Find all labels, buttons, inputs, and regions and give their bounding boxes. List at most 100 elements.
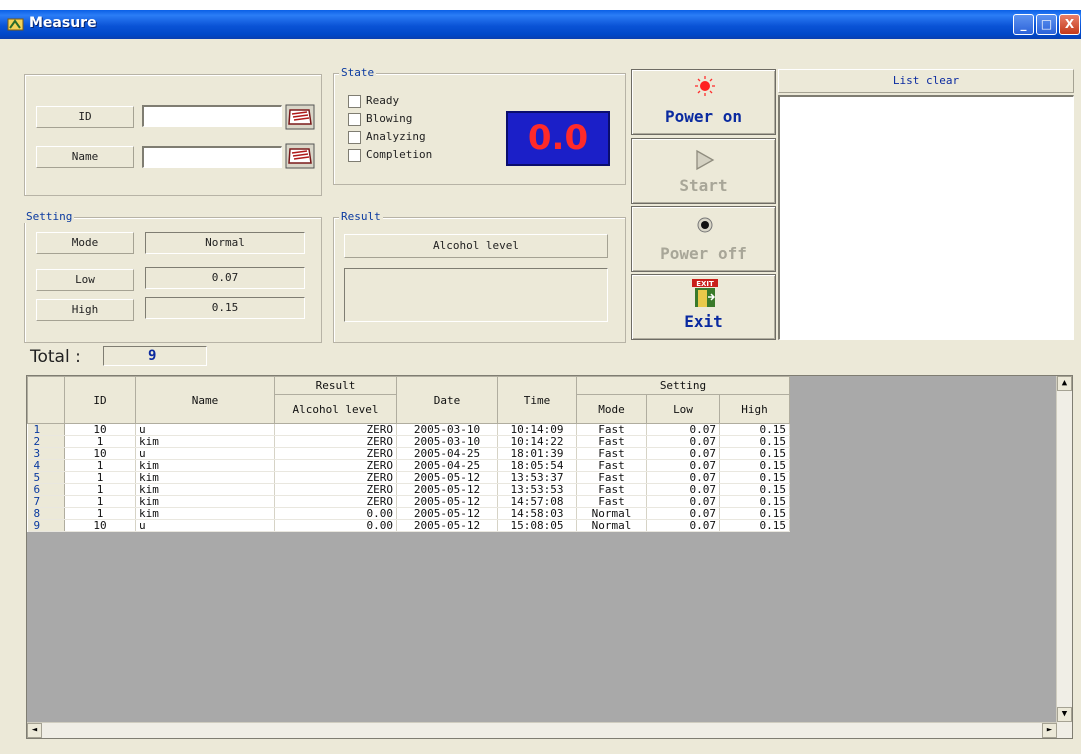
cell-n: 4: [27, 459, 65, 472]
list-clear-button[interactable]: List clear: [778, 69, 1074, 93]
power-on-button[interactable]: Power on: [631, 69, 776, 135]
cell-result: ZERO: [274, 423, 397, 436]
table-row[interactable]: 6 1 kim ZERO 2005-05-12 13:53:53 Fast 0.07 0.15: [27, 483, 790, 496]
start-button[interactable]: Start: [631, 138, 776, 204]
title-bar[interactable]: Measure _ □ X: [0, 10, 1081, 39]
scroll-down-arrow-icon[interactable]: ▼: [1057, 707, 1072, 722]
table-row[interactable]: 1 10 u ZERO 2005-03-10 10:14:09 Fast 0.07 0.15: [27, 423, 790, 436]
cell-low: 0.07: [646, 507, 720, 520]
date-column-header[interactable]: Date: [396, 376, 498, 424]
power-on-label: Power on: [664, 107, 743, 126]
name-column-header[interactable]: Name: [135, 376, 275, 424]
cell-result: ZERO: [274, 435, 397, 448]
close-button[interactable]: X: [1059, 14, 1080, 35]
mode-value: Normal: [145, 232, 305, 254]
scroll-right-arrow-icon[interactable]: ►: [1042, 723, 1057, 738]
high-column-header[interactable]: High: [719, 394, 790, 424]
exit-button[interactable]: EXIT Exit: [631, 274, 776, 340]
id-column-header[interactable]: ID: [64, 376, 136, 424]
results-grid[interactable]: ID Name Result Date Time Setting Alcohol…: [26, 375, 1073, 739]
analyzing-checkbox[interactable]: Analyzing: [348, 130, 426, 146]
cell-high: 0.15: [719, 459, 790, 472]
table-row[interactable]: 3 10 u ZERO 2005-04-25 18:01:39 Fast 0.07 0.15: [27, 447, 790, 460]
id-keyboard-icon[interactable]: [285, 104, 315, 130]
cell-result: ZERO: [274, 459, 397, 472]
table-row[interactable]: 4 1 kim ZERO 2005-04-25 18:05:54 Fast 0.07 0.15: [27, 459, 790, 472]
cell-low: 0.07: [646, 459, 720, 472]
table-row[interactable]: 9 10 u 0.00 2005-05-12 15:08:05 Normal 0.07 0.15: [27, 519, 790, 532]
low-label: Low: [36, 269, 134, 291]
horizontal-scrollbar[interactable]: ◄ ►: [27, 722, 1057, 738]
cell-time: 18:01:39: [497, 447, 577, 460]
cell-low: 0.07: [646, 483, 720, 496]
checkbox-box[interactable]: [348, 130, 361, 144]
measurement-display: 0.0: [506, 111, 610, 166]
vertical-scrollbar[interactable]: ▲ ▼: [1056, 376, 1072, 738]
name-keyboard-icon[interactable]: [285, 143, 315, 169]
cell-high: 0.15: [719, 447, 790, 460]
cell-n: 1: [27, 423, 65, 436]
cell-date: 2005-05-12: [396, 495, 498, 508]
low-value: 0.07: [145, 267, 305, 289]
cell-n: 2: [27, 435, 65, 448]
blowing-label: Blowing: [366, 112, 413, 125]
setting-column-group-header: Setting: [576, 376, 790, 395]
cell-id: 1: [64, 459, 136, 472]
id-input[interactable]: [142, 105, 282, 127]
name-label: Name: [36, 146, 134, 168]
cell-result: 0.00: [274, 507, 397, 520]
checkbox-box[interactable]: [348, 148, 361, 162]
table-row[interactable]: 5 1 kim ZERO 2005-05-12 13:53:37 Fast 0.07 0.15: [27, 471, 790, 484]
result-title: Result: [339, 210, 383, 223]
checkbox-box[interactable]: [348, 94, 361, 108]
scroll-up-arrow-icon[interactable]: ▲: [1057, 376, 1072, 391]
cell-result: ZERO: [274, 471, 397, 484]
cell-mode: Fast: [576, 447, 647, 460]
message-list[interactable]: [778, 95, 1074, 340]
power-off-button[interactable]: Power off: [631, 206, 776, 272]
cell-id: 1: [64, 483, 136, 496]
cell-high: 0.15: [719, 423, 790, 436]
alcohol-level-header: Alcohol level: [344, 234, 608, 258]
mode-column-header[interactable]: Mode: [576, 394, 647, 424]
name-input[interactable]: [142, 146, 282, 168]
cell-n: 3: [27, 447, 65, 460]
cell-high: 0.15: [719, 507, 790, 520]
cell-n: 5: [27, 471, 65, 484]
cell-mode: Fast: [576, 423, 647, 436]
scroll-left-arrow-icon[interactable]: ◄: [27, 723, 42, 738]
total-label: Total :: [30, 347, 81, 367]
table-row[interactable]: 8 1 kim 0.00 2005-05-12 14:58:03 Normal 0.07 0.1…: [27, 507, 790, 520]
time-column-header[interactable]: Time: [497, 376, 577, 424]
cell-high: 0.15: [719, 471, 790, 484]
cell-low: 0.07: [646, 435, 720, 448]
cell-mode: Normal: [576, 507, 647, 520]
cell-date: 2005-05-12: [396, 507, 498, 520]
ready-label: Ready: [366, 94, 400, 107]
cell-id: 1: [64, 435, 136, 448]
cell-id: 10: [64, 519, 136, 532]
table-row[interactable]: 2 1 kim ZERO 2005-03-10 10:14:22 Fast 0.07 0.15: [27, 435, 790, 448]
cell-name: kim: [135, 459, 275, 472]
total-value: 9: [103, 346, 207, 366]
low-column-header[interactable]: Low: [646, 394, 720, 424]
cell-mode: Fast: [576, 435, 647, 448]
alcohol-level-value: [344, 268, 608, 322]
results-table-body: 1 10 u ZERO 2005-03-10 10:14:09 Fast 0.07 0.15 2 1…: [27, 423, 790, 532]
alcohol-level-column-header[interactable]: Alcohol level: [274, 394, 397, 424]
setting-group: Setting Mode Normal Low 0.07 High 0.15: [24, 210, 322, 343]
completion-checkbox[interactable]: Completion: [348, 148, 432, 164]
ready-checkbox[interactable]: Ready: [348, 94, 399, 110]
cell-mode: Fast: [576, 483, 647, 496]
cell-time: 10:14:09: [497, 423, 577, 436]
cell-result: ZERO: [274, 483, 397, 496]
cell-id: 10: [64, 447, 136, 460]
cell-low: 0.07: [646, 519, 720, 532]
maximize-button[interactable]: □: [1036, 14, 1057, 35]
table-row[interactable]: 7 1 kim ZERO 2005-05-12 14:57:08 Fast 0.07 0.15: [27, 495, 790, 508]
blowing-checkbox[interactable]: Blowing: [348, 112, 412, 128]
minimize-button[interactable]: _: [1013, 14, 1034, 35]
checkbox-box[interactable]: [348, 112, 361, 126]
cell-date: 2005-03-10: [396, 423, 498, 436]
state-title: State: [339, 66, 377, 79]
